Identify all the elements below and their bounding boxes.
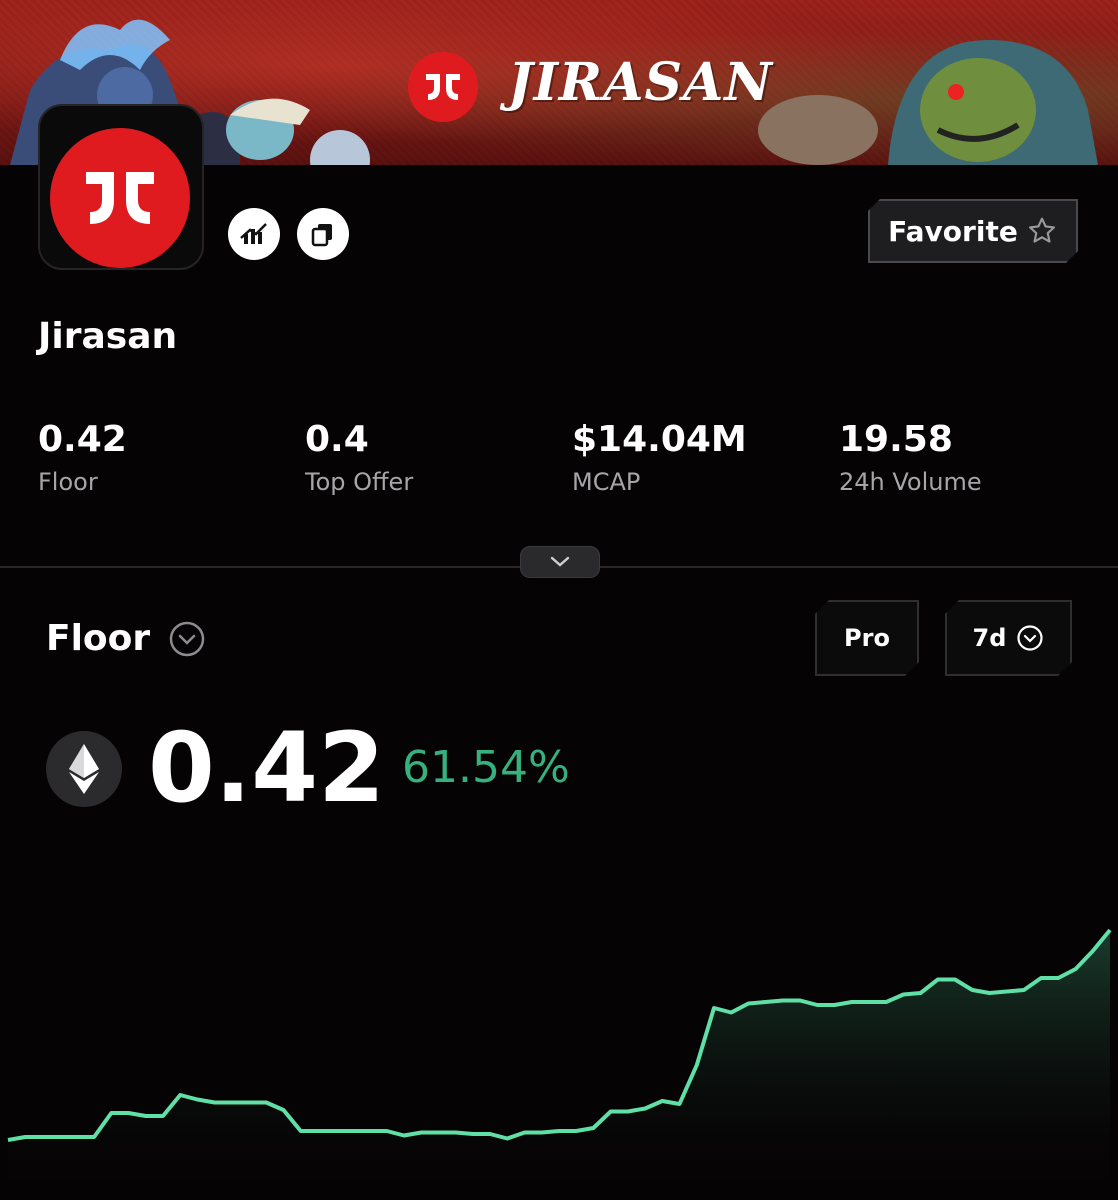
collection-name: Jirasan: [38, 316, 178, 357]
chevron-down-circle-icon: [1016, 624, 1044, 652]
stat-value: 0.4: [305, 419, 369, 460]
pro-button[interactable]: Pro: [815, 600, 919, 676]
stat-value: 19.58: [839, 419, 953, 460]
banner-character-mid-icon: [226, 98, 370, 165]
banner-logo: [408, 52, 478, 122]
collection-avatar: [38, 104, 204, 270]
time-range-selector[interactable]: 7d: [945, 600, 1072, 676]
chart-area-fill: [8, 930, 1110, 1200]
stat-label: 24h Volume: [839, 468, 982, 496]
copy-icon: [311, 224, 332, 247]
banner-title: JIRASAN: [508, 52, 773, 113]
eth-icon: [69, 744, 99, 794]
analytics-button[interactable]: [228, 208, 280, 260]
floor-change-percent: 61.54%: [402, 742, 570, 793]
chevron-down-circle-icon: [169, 621, 205, 656]
stat-value: 0.42: [38, 419, 127, 460]
expand-stats-button[interactable]: [520, 546, 600, 578]
favorite-button[interactable]: Favorite: [868, 199, 1078, 263]
eth-badge: [46, 731, 122, 807]
jc-logo-icon: [86, 172, 154, 224]
metric-label: Floor: [46, 618, 151, 659]
floor-price-chart[interactable]: [0, 900, 1118, 1200]
stat-24h-volume: 19.58 24h Volume: [839, 418, 982, 496]
banner-character-right-icon: [758, 40, 1098, 165]
favorite-label: Favorite: [888, 214, 1018, 248]
metric-selector[interactable]: Floor: [46, 618, 206, 659]
stat-label: MCAP: [572, 468, 641, 496]
pro-label: Pro: [844, 624, 890, 652]
stat-label: Top Offer: [305, 468, 414, 496]
star-icon: [1026, 215, 1058, 247]
stat-floor: 0.42 Floor: [38, 418, 127, 496]
avatar-logo: [50, 128, 190, 268]
stat-top-offer: 0.4 Top Offer: [305, 418, 413, 496]
chevron-down-icon: [550, 556, 570, 567]
copy-button[interactable]: [297, 208, 349, 260]
jc-logo-icon: [426, 74, 460, 100]
stats-icon: [240, 223, 267, 244]
floor-value: 0.42: [148, 712, 385, 824]
stat-mcap: $14.04M MCAP: [572, 418, 747, 496]
stat-label: Floor: [38, 468, 98, 496]
time-range-label: 7d: [972, 624, 1007, 652]
stat-value: $14.04M: [572, 419, 747, 460]
